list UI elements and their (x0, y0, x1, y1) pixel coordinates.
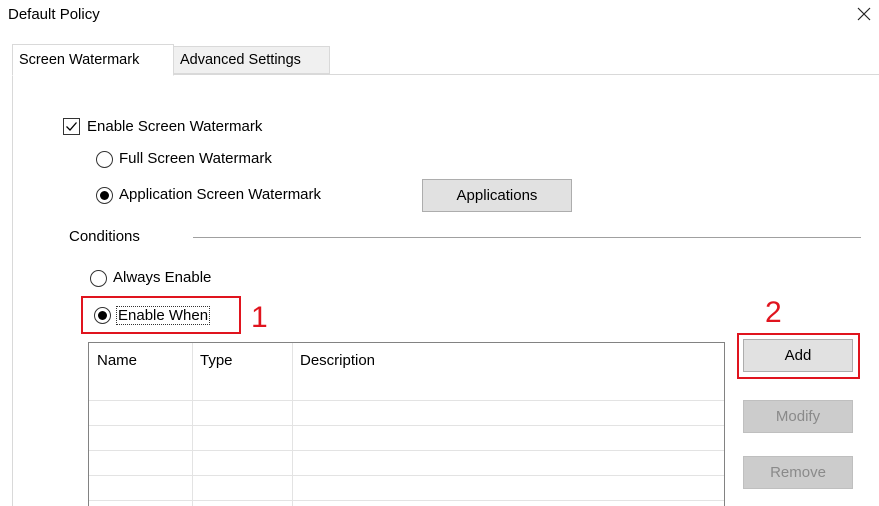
column-header-name[interactable]: Name (89, 343, 192, 379)
close-icon[interactable] (852, 2, 876, 26)
table-row-line (89, 475, 724, 476)
conditions-divider (193, 237, 861, 238)
always-enable-radio[interactable] (90, 270, 107, 287)
table-row-line (89, 400, 724, 401)
always-enable-label[interactable]: Always Enable (113, 269, 211, 287)
annotation-box-1 (81, 296, 241, 334)
enable-watermark-checkbox[interactable] (63, 118, 80, 135)
conditions-group-label: Conditions (69, 228, 140, 245)
modify-button[interactable]: Modify (743, 400, 853, 433)
window-title: Default Policy (8, 6, 100, 23)
checkmark-icon (66, 122, 77, 131)
table-header: Name Type Description (89, 343, 724, 379)
annotation-number-1: 1 (251, 301, 268, 334)
full-screen-watermark-radio[interactable] (96, 151, 113, 168)
table-row-line (89, 450, 724, 451)
full-screen-watermark-label[interactable]: Full Screen Watermark (119, 150, 272, 168)
applications-button[interactable]: Applications (422, 179, 572, 212)
annotation-box-2 (737, 333, 860, 379)
table-row-line (89, 425, 724, 426)
app-screen-watermark-radio[interactable] (96, 187, 113, 204)
panel-left-border (12, 75, 13, 506)
conditions-table[interactable]: Name Type Description (88, 342, 725, 506)
enable-watermark-label[interactable]: Enable Screen Watermark (87, 118, 262, 136)
table-row-line (89, 500, 724, 501)
app-screen-watermark-label[interactable]: Application Screen Watermark (119, 186, 321, 204)
column-header-description[interactable]: Description (292, 343, 722, 379)
column-header-type[interactable]: Type (192, 343, 292, 379)
remove-button[interactable]: Remove (743, 456, 853, 489)
tab-screen-watermark[interactable]: Screen Watermark (12, 44, 174, 76)
annotation-number-2: 2 (765, 296, 782, 329)
tab-advanced-settings[interactable]: Advanced Settings (174, 46, 330, 74)
